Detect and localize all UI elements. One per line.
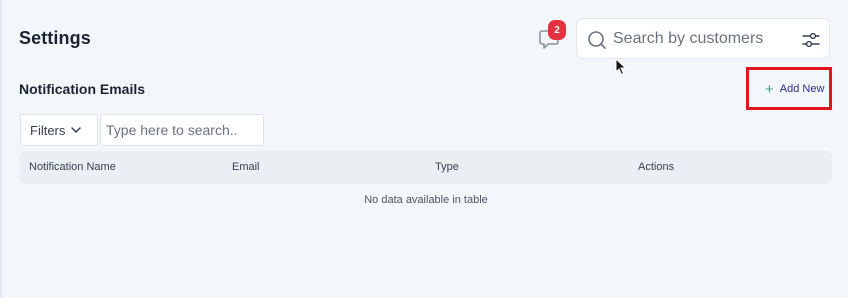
table-header: Notification Name Email Type Actions — [20, 151, 832, 184]
add-new-label: Add New — [779, 83, 825, 95]
sliders-icon[interactable] — [801, 30, 821, 50]
column-header-email[interactable]: Email — [232, 161, 260, 173]
empty-table-message: No data available in table — [364, 194, 488, 206]
add-new-button[interactable]: + Add New — [765, 80, 824, 98]
customer-search-box[interactable] — [576, 18, 830, 59]
notifications-button[interactable]: 2 — [538, 20, 566, 52]
mouse-pointer-icon — [615, 58, 627, 76]
notification-count-badge: 2 — [548, 20, 566, 40]
chevron-down-icon — [71, 127, 82, 133]
plus-icon: + — [765, 80, 774, 98]
column-header-actions: Actions — [638, 161, 675, 173]
customer-search-input[interactable] — [613, 28, 793, 50]
column-header-notification-name[interactable]: Notification Name — [29, 161, 116, 173]
settings-page: { "header": { "title": "Settings", "noti… — [0, 0, 848, 298]
table-search-input[interactable] — [100, 114, 264, 146]
section-title: Notification Emails — [19, 81, 146, 97]
filters-label: Filters — [30, 122, 66, 138]
search-icon — [588, 31, 606, 49]
column-header-type[interactable]: Type — [435, 161, 459, 173]
filters-dropdown[interactable]: Filters — [20, 114, 98, 146]
page-title: Settings — [19, 28, 91, 48]
